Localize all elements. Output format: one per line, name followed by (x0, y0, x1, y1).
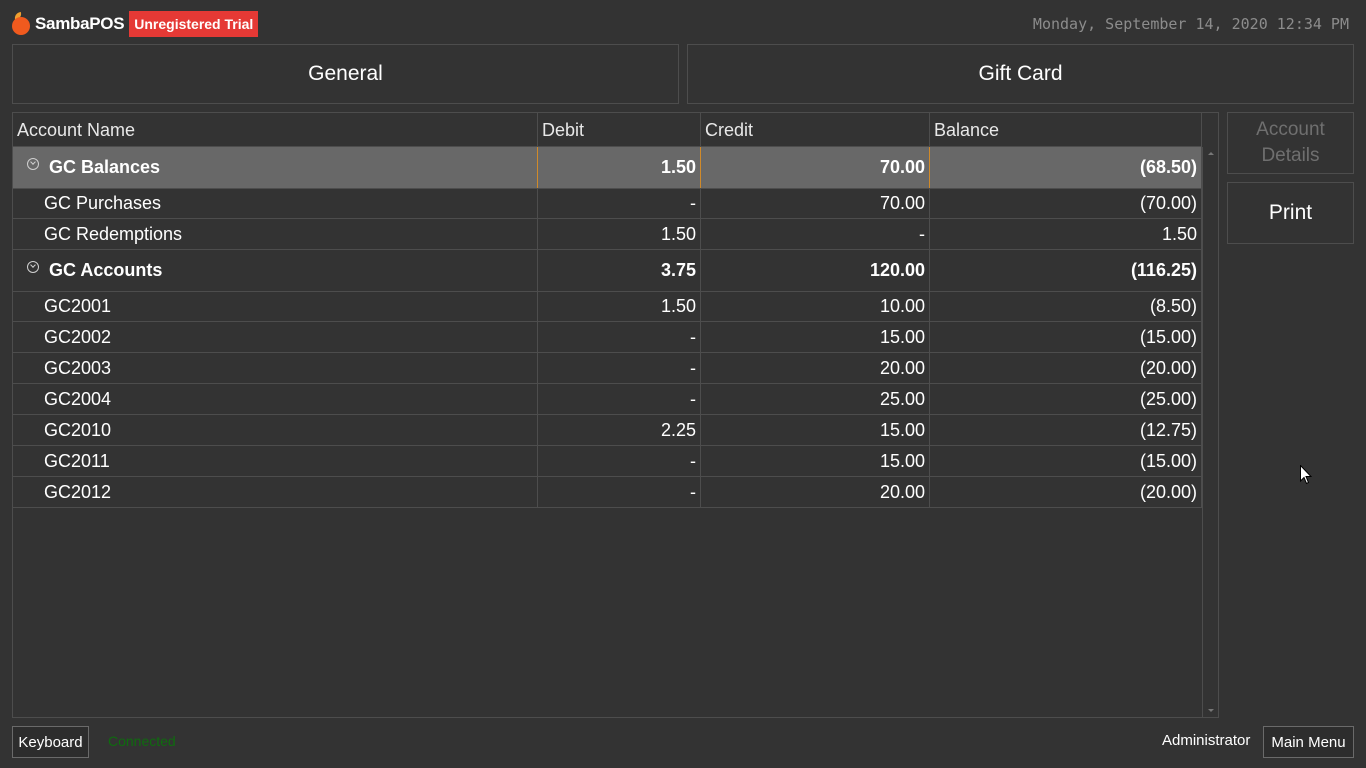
account-credit: 10.00 (701, 292, 930, 321)
collapse-icon[interactable] (27, 260, 39, 273)
column-header-account-name[interactable]: Account Name (13, 113, 538, 147)
scroll-up-arrow-icon[interactable] (1208, 152, 1214, 155)
account-debit: - (538, 384, 701, 414)
tab-general[interactable]: General (12, 44, 679, 104)
account-name: GC Redemptions (13, 219, 538, 249)
account-credit: 25.00 (701, 384, 930, 414)
app-name: SambaPOS (35, 14, 125, 33)
account-row[interactable]: GC2001 1.50 10.00 (8.50) (13, 292, 1202, 322)
account-row[interactable]: GC2002 - 15.00 (15.00) (13, 322, 1202, 353)
account-debit: - (538, 446, 701, 476)
top-bar: SambaPOS Unregistered Trial Monday, Sept… (0, 0, 1366, 44)
account-name: GC2003 (13, 353, 538, 383)
account-credit: 20.00 (701, 477, 930, 507)
account-debit: - (538, 322, 701, 352)
trial-badge: Unregistered Trial (129, 11, 259, 37)
group-credit: 120.00 (701, 250, 930, 291)
scroll-down-arrow-icon[interactable] (1208, 709, 1214, 712)
account-debit: 2.25 (538, 415, 701, 445)
account-balance: (8.50) (930, 292, 1202, 321)
account-debit: - (538, 189, 701, 218)
account-credit: 15.00 (701, 446, 930, 476)
account-row[interactable]: GC2003 - 20.00 (20.00) (13, 353, 1202, 384)
group-balance: (68.50) (930, 147, 1202, 188)
current-user: Administrator (1162, 732, 1251, 749)
account-balance: (20.00) (930, 353, 1202, 383)
print-button[interactable]: Print (1227, 182, 1354, 244)
connection-status: Connected (108, 733, 176, 749)
account-row[interactable]: GC Redemptions 1.50 - 1.50 (13, 219, 1202, 250)
account-name: GC2010 (13, 415, 538, 445)
account-row[interactable]: GC2010 2.25 15.00 (12.75) (13, 415, 1202, 446)
column-header-debit[interactable]: Debit (538, 113, 701, 147)
account-name: GC Purchases (13, 189, 538, 218)
group-balance: (116.25) (930, 250, 1202, 291)
account-balance: 1.50 (930, 219, 1202, 249)
group-name-cell: GC Balances (13, 147, 538, 188)
column-header-balance[interactable]: Balance (930, 113, 1202, 147)
account-debit: 1.50 (538, 292, 701, 321)
group-debit: 3.75 (538, 250, 701, 291)
account-balance: (70.00) (930, 189, 1202, 218)
account-balance: (15.00) (930, 322, 1202, 352)
account-credit: - (701, 219, 930, 249)
account-credit: 15.00 (701, 415, 930, 445)
account-debit: - (538, 477, 701, 507)
sambapos-logo-icon (10, 11, 32, 35)
accounts-grid: Account Name Debit Credit Balance GC Bal… (12, 112, 1219, 718)
group-name-cell: GC Accounts (13, 250, 538, 291)
tab-gift-card[interactable]: Gift Card (687, 44, 1354, 104)
account-name: GC2002 (13, 322, 538, 352)
group-debit: 1.50 (538, 147, 701, 188)
account-balance: (15.00) (930, 446, 1202, 476)
account-credit: 70.00 (701, 189, 930, 218)
account-balance: (12.75) (930, 415, 1202, 445)
account-details-button[interactable]: Account Details (1227, 112, 1354, 174)
datetime-display: Monday, September 14, 2020 12:34 PM (1032, 15, 1349, 33)
account-name: GC2011 (13, 446, 538, 476)
account-debit: 1.50 (538, 219, 701, 249)
account-balance: (25.00) (930, 384, 1202, 414)
group-name: GC Balances (49, 157, 161, 177)
account-row[interactable]: GC2011 - 15.00 (15.00) (13, 446, 1202, 477)
account-credit: 20.00 (701, 353, 930, 383)
group-row[interactable]: GC Balances 1.50 70.00 (68.50) (13, 147, 1202, 189)
main-menu-button[interactable]: Main Menu (1263, 726, 1354, 758)
account-row[interactable]: GC2012 - 20.00 (20.00) (13, 477, 1202, 508)
app-logo: SambaPOS Unregistered Trial (10, 11, 259, 37)
collapse-icon[interactable] (27, 157, 39, 170)
group-credit: 70.00 (701, 147, 930, 188)
grid-header: Account Name Debit Credit Balance (13, 113, 1202, 147)
column-header-credit[interactable]: Credit (701, 113, 930, 147)
account-name: GC2012 (13, 477, 538, 507)
account-row[interactable]: GC Purchases - 70.00 (70.00) (13, 189, 1202, 219)
group-name: GC Accounts (49, 260, 163, 280)
grid-scrollbar[interactable] (1202, 147, 1219, 717)
account-credit: 15.00 (701, 322, 930, 352)
grid-body: GC Balances 1.50 70.00 (68.50) GC Purcha… (13, 147, 1202, 508)
group-row[interactable]: GC Accounts 3.75 120.00 (116.25) (13, 250, 1202, 292)
account-name: GC2004 (13, 384, 538, 414)
keyboard-button[interactable]: Keyboard (12, 726, 89, 758)
account-name: GC2001 (13, 292, 538, 321)
account-row[interactable]: GC2004 - 25.00 (25.00) (13, 384, 1202, 415)
account-balance: (20.00) (930, 477, 1202, 507)
account-debit: - (538, 353, 701, 383)
